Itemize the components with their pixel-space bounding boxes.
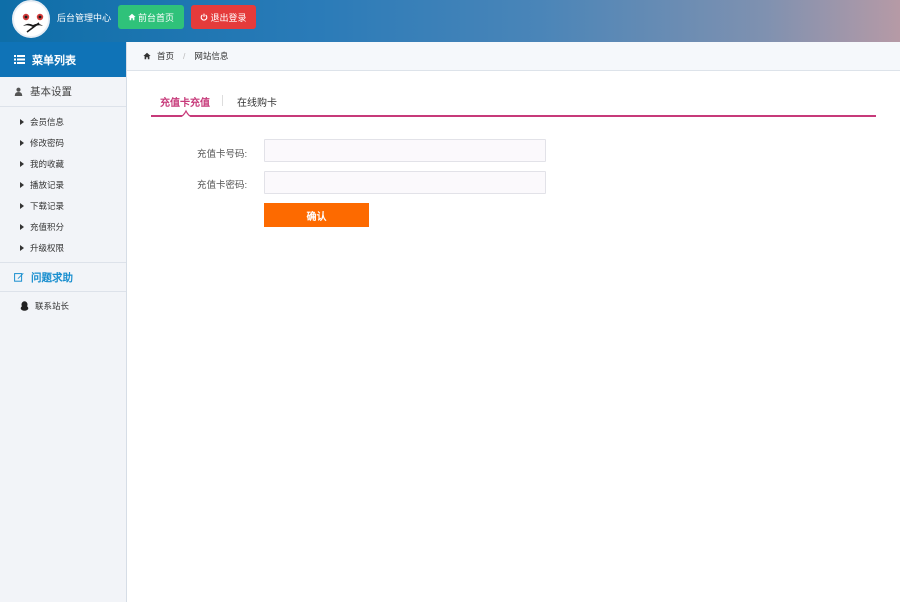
edit-icon <box>14 273 24 282</box>
user-icon <box>14 87 23 96</box>
sidebar-group-help[interactable]: 问题求助 <box>0 262 126 292</box>
sidebar-item-label: 播放记录 <box>30 179 65 190</box>
caret-right-icon <box>20 244 24 251</box>
sidebar-item-change-password[interactable]: 修改密码 <box>0 132 126 153</box>
caret-right-icon <box>20 202 24 209</box>
sidebar-item-label: 充值积分 <box>30 221 65 232</box>
breadcrumb: 首页 / 网站信息 <box>127 42 900 71</box>
caret-right-icon <box>20 160 24 167</box>
tab-buy-card-online[interactable]: 在线购卡 <box>237 94 277 109</box>
tab-divider <box>222 95 223 106</box>
sidebar-item-download-history[interactable]: 下载记录 <box>0 195 126 216</box>
sidebar-basic-list: 会员信息 修改密码 我的收藏 播放记录 下载记录 充值积分 升级权限 <box>0 107 126 262</box>
breadcrumb-current: 网站信息 <box>194 51 229 61</box>
sidebar-item-member-info[interactable]: 会员信息 <box>0 111 126 132</box>
sidebar-item-label: 升级权限 <box>30 242 65 253</box>
logo-mascot-icon <box>15 3 48 36</box>
active-tab-indicator <box>179 109 193 117</box>
caret-right-icon <box>20 181 24 188</box>
sidebar-menu-header: 菜单列表 <box>0 42 126 77</box>
breadcrumb-home-link[interactable]: 首页 <box>157 50 174 62</box>
sidebar-item-upgrade-permission[interactable]: 升级权限 <box>0 237 126 258</box>
sidebar-item-recharge-points[interactable]: 充值积分 <box>0 216 126 237</box>
caret-right-icon <box>20 223 24 230</box>
top-header: 后台管理中心 前台首页 退出登录 <box>0 0 900 42</box>
list-icon <box>14 55 25 64</box>
sidebar-item-label: 修改密码 <box>30 137 65 148</box>
card-number-label: 充值卡号码: <box>197 149 248 160</box>
sidebar-group-basic-settings[interactable]: 基本设置 <box>0 77 126 107</box>
sidebar-item-label: 下载记录 <box>30 200 65 211</box>
sidebar-group-help-label: 问题求助 <box>31 271 73 284</box>
front-home-label: 前台首页 <box>137 12 174 23</box>
card-password-input[interactable] <box>264 171 546 194</box>
home-icon <box>128 13 136 21</box>
sidebar-item-play-history[interactable]: 播放记录 <box>0 174 126 195</box>
site-title: 后台管理中心 <box>57 13 112 23</box>
caret-right-icon <box>20 139 24 146</box>
sidebar-item-favorites[interactable]: 我的收藏 <box>0 153 126 174</box>
recharge-tabs: 充值卡充值 在线购卡 <box>151 88 876 117</box>
sidebar-item-label: 会员信息 <box>30 116 65 127</box>
sidebar-group-basic-label: 基本设置 <box>30 86 72 98</box>
power-icon <box>201 13 208 21</box>
caret-right-icon <box>20 118 24 125</box>
sidebar-item-contact-admin[interactable]: 联系站长 <box>0 292 126 319</box>
tab-card-recharge[interactable]: 充值卡充值 <box>160 94 210 109</box>
home-icon <box>143 52 151 60</box>
sidebar: 菜单列表 基本设置 会员信息 修改密码 我的收藏 播放记录 下载记录 充值积分 … <box>0 42 127 602</box>
card-number-input[interactable] <box>264 139 546 162</box>
logout-label: 退出登录 <box>210 12 247 23</box>
sidebar-item-label: 我的收藏 <box>30 158 65 169</box>
logout-button[interactable]: 退出登录 <box>191 5 256 29</box>
sidebar-menu-title: 菜单列表 <box>32 54 76 67</box>
front-home-button[interactable]: 前台首页 <box>118 5 184 29</box>
confirm-button[interactable]: 确认 <box>264 203 369 227</box>
site-logo[interactable] <box>12 0 50 38</box>
sidebar-item-label: 联系站长 <box>35 300 70 311</box>
qq-penguin-icon <box>20 300 29 311</box>
breadcrumb-separator: / <box>183 51 186 61</box>
card-password-label: 充值卡密码: <box>197 180 248 191</box>
